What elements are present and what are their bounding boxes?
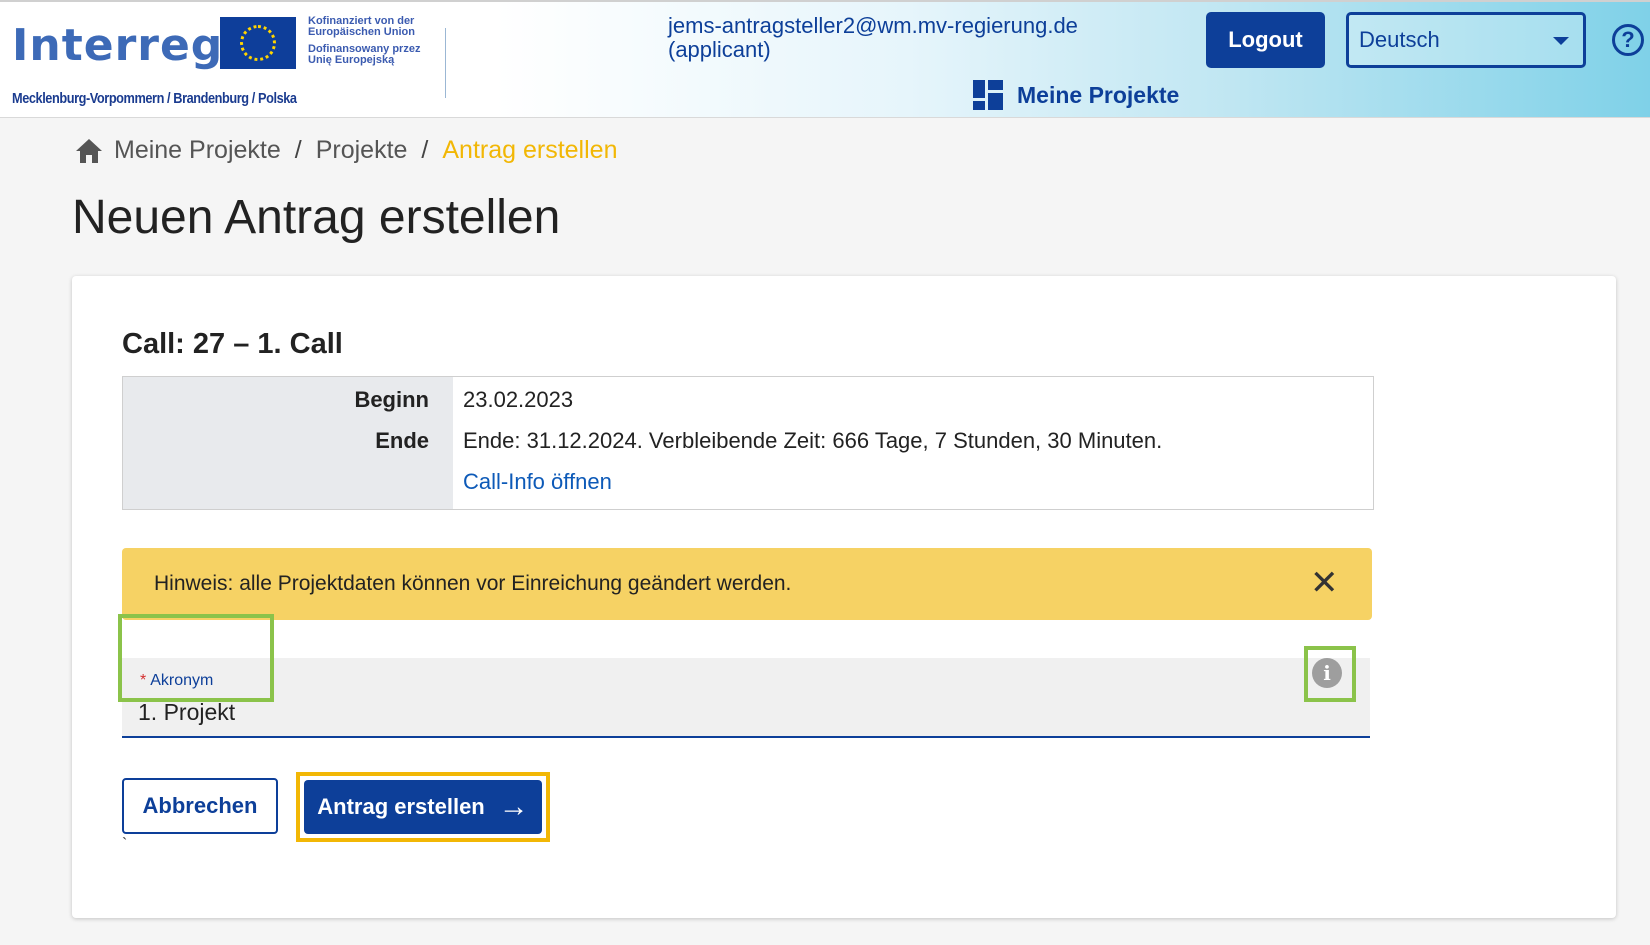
create-button-highlight: Antrag erstellen → bbox=[296, 772, 550, 842]
call-title: Call: 27 – 1. Call bbox=[122, 328, 343, 360]
notice-banner: Hinweis: alle Projektdaten können vor Ei… bbox=[122, 548, 1372, 620]
acronym-field[interactable]: * Akronym bbox=[122, 658, 1370, 738]
eu-flag-icon bbox=[220, 17, 296, 69]
call-info-link[interactable]: Call-Info öffnen bbox=[463, 469, 612, 495]
user-role: (applicant) bbox=[668, 37, 771, 62]
application-card: Call: 27 – 1. Call Beginn Ende 23.02.202… bbox=[72, 276, 1616, 918]
arrow-right-icon: → bbox=[498, 790, 529, 823]
acronym-highlight bbox=[118, 614, 274, 702]
call-start-value: 23.02.2023 bbox=[463, 387, 574, 412]
language-value: Deutsch bbox=[1359, 27, 1440, 52]
stray-mark: ` bbox=[122, 836, 128, 853]
grid-icon bbox=[973, 80, 1003, 110]
notice-text: Hinweis: alle Projektdaten können vor Ei… bbox=[154, 572, 792, 595]
breadcrumb-separator: / bbox=[421, 136, 429, 164]
call-info-table: Beginn Ende 23.02.2023 Ende: 31.12.2024.… bbox=[122, 376, 1374, 510]
call-start-label: Beginn bbox=[354, 387, 429, 412]
breadcrumb-my-projects[interactable]: Meine Projekte bbox=[114, 136, 281, 165]
language-select[interactable]: Deutsch bbox=[1346, 12, 1586, 68]
app-header: Interreg Kofinanziert von der Europäisch… bbox=[0, 0, 1650, 118]
breadcrumb-projects[interactable]: Projekte bbox=[316, 136, 408, 165]
header-divider bbox=[445, 28, 446, 98]
breadcrumb-current: Antrag erstellen bbox=[442, 136, 618, 164]
help-icon[interactable]: ? bbox=[1612, 24, 1644, 56]
logout-button[interactable]: Logout bbox=[1206, 12, 1325, 68]
call-end-label: Ende bbox=[375, 428, 429, 453]
page-title: Neuen Antrag erstellen bbox=[72, 191, 561, 244]
acronym-input[interactable] bbox=[138, 696, 1138, 728]
cancel-button[interactable]: Abbrechen bbox=[122, 778, 278, 834]
close-icon[interactable]: ✕ bbox=[1310, 566, 1339, 600]
cofinanced-text: Kofinanziert von der Europäischen Union … bbox=[308, 15, 421, 66]
nav-my-projects[interactable]: Meine Projekte bbox=[973, 80, 1179, 110]
create-button-label: Antrag erstellen bbox=[317, 794, 485, 819]
caret-down-icon bbox=[1553, 37, 1569, 45]
info-icon[interactable]: i bbox=[1312, 658, 1342, 688]
program-region: Mecklenburg-Vorpommern / Brandenburg / P… bbox=[12, 90, 297, 107]
interreg-logo: Interreg bbox=[12, 20, 224, 71]
call-end-value: Ende: 31.12.2024. Verbleibende Zeit: 666… bbox=[463, 428, 1163, 453]
call-labels-column: Beginn Ende bbox=[123, 377, 453, 509]
breadcrumb-separator: / bbox=[294, 136, 302, 164]
user-info: jems-antragsteller2@wm.mv-regierung.de (… bbox=[668, 14, 1078, 62]
home-icon[interactable] bbox=[74, 137, 104, 165]
nav-my-projects-label: Meine Projekte bbox=[1017, 81, 1180, 108]
create-application-button[interactable]: Antrag erstellen → bbox=[304, 780, 542, 834]
breadcrumb: Meine Projekte / Projekte / Antrag erste… bbox=[74, 136, 617, 165]
logo-area: Interreg Kofinanziert von der Europäisch… bbox=[12, 12, 452, 112]
user-email: jems-antragsteller2@wm.mv-regierung.de bbox=[668, 13, 1078, 38]
